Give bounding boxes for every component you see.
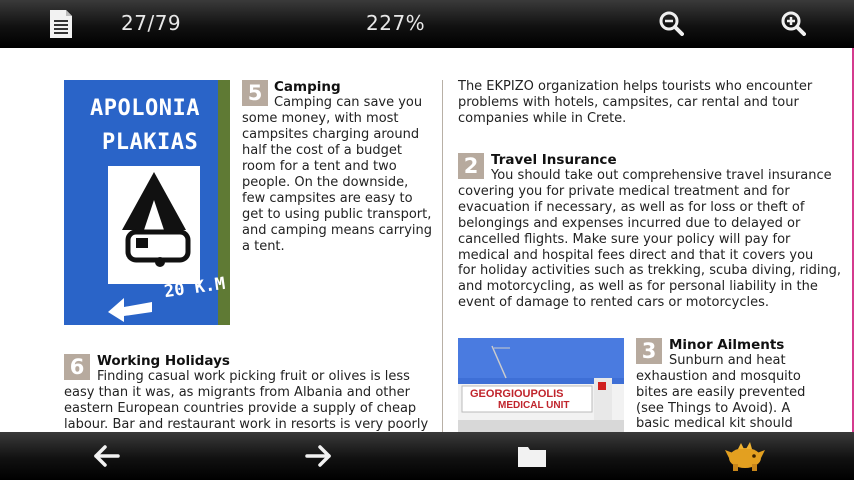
ailments-text-line: exhaustion and mosquito — [636, 369, 801, 384]
ailments-text-line: bites are easily prevented — [636, 385, 806, 400]
travel-text-line: evacuation if necessary, as well as for … — [458, 200, 805, 215]
camping-text-line: few campsites are easy to — [242, 191, 413, 206]
sign-text-line2: PLAKIAS — [102, 130, 199, 155]
camping-number-box: 5 — [242, 80, 268, 106]
intro-text-line: problems with hotels, campsites, car ren… — [458, 95, 799, 110]
zoom-in-icon[interactable] — [780, 10, 806, 36]
camping-text-line: Camping can save you — [274, 95, 423, 110]
mascot-icon[interactable] — [724, 440, 766, 472]
camping-text-line: some money, with most — [242, 111, 399, 126]
ailments-text-line: (see Things to Avoid). A — [636, 401, 791, 416]
travel-text-line: belongings and expenses incurred due to … — [458, 216, 801, 231]
travel-text-line: cancelled flights. Make sure your policy… — [458, 232, 791, 247]
camping-text-line: campsites charging around — [242, 127, 420, 142]
working-text-line: eastern European countries provide a sup… — [64, 401, 417, 416]
intro-text-line: companies while in Crete. — [458, 111, 627, 126]
camping-text-line: get to using public transport, — [242, 207, 432, 222]
camping-text-line: half the cost of a budget — [242, 143, 402, 158]
travel-text-line: and motorcycling, as well as for persona… — [458, 279, 818, 294]
travel-text-line: You should take out comprehensive travel… — [491, 168, 832, 183]
sign-text-line1: APOLONIA — [90, 96, 200, 121]
medical-unit-photo: GEORGIOUPOLIS MEDICAL UNIT — [458, 338, 624, 432]
camping-text-line: people. On the downside, — [242, 175, 409, 190]
camping-text-line: room for a tent and two — [242, 159, 397, 174]
forward-arrow-icon[interactable] — [305, 444, 333, 468]
travel-text-line: covering you for private medical treatme… — [458, 184, 790, 199]
page-indicator[interactable]: 27/79 — [121, 11, 181, 35]
travel-heading: Travel Insurance — [491, 152, 617, 168]
folder-icon[interactable] — [517, 444, 547, 468]
ailments-text-line: basic medical kit should — [636, 416, 793, 431]
intro-text-line: The EKPIZO organization helps tourists w… — [458, 79, 813, 94]
document-list-icon[interactable] — [48, 9, 74, 39]
medical-sign-line2: MEDICAL UNIT — [498, 400, 570, 411]
travel-text-line: event of damage to rented cars or motorc… — [458, 295, 770, 310]
working-text-line: labour. Bar and restaurant work in resor… — [64, 417, 429, 432]
travel-text-line: medical and hospital fees direct and tha… — [458, 248, 814, 263]
camping-sign-photo: APOLONIA PLAKIAS 20 K.M — [64, 80, 230, 325]
ailments-text-line: Sunburn and heat — [669, 353, 786, 368]
camping-text-line: a tent. — [242, 239, 285, 254]
bottom-toolbar — [0, 432, 854, 480]
camping-text-line: and camping means carrying — [242, 223, 432, 238]
medical-sign-line1: GEORGIOUPOLIS — [470, 388, 564, 400]
column-divider — [442, 80, 443, 432]
working-number-box: 6 — [64, 354, 90, 380]
top-toolbar: 27/79 227% — [0, 0, 854, 48]
ailments-number-box: 3 — [636, 338, 662, 364]
travel-text-line: for holiday activities such as trekking,… — [458, 263, 842, 278]
camping-heading: Camping — [274, 79, 341, 95]
ailments-heading: Minor Ailments — [669, 337, 785, 353]
travel-number-box: 2 — [458, 153, 484, 179]
zoom-out-icon[interactable] — [658, 10, 684, 36]
working-heading: Working Holidays — [97, 353, 230, 369]
zoom-level: 227% — [366, 11, 426, 35]
back-arrow-icon[interactable] — [92, 444, 120, 468]
working-text-line: Finding casual work picking fruit or oli… — [97, 369, 410, 384]
working-text-line: easy than it was, as migrants from Alban… — [64, 385, 410, 400]
